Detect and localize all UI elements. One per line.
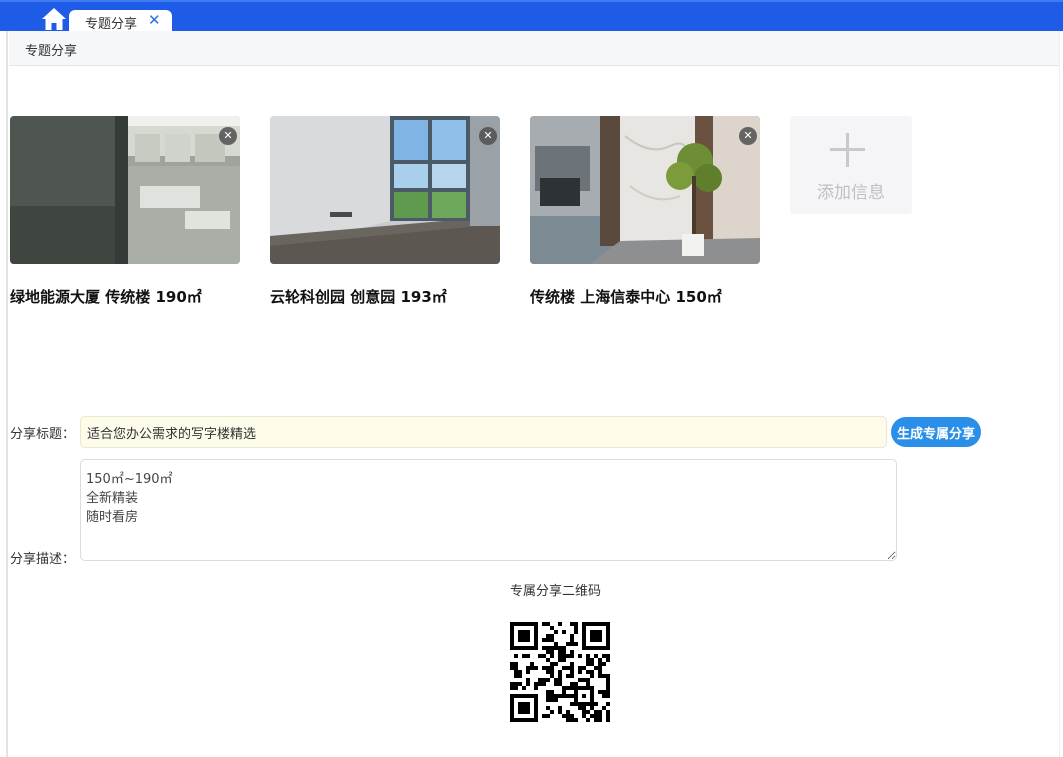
- tab-label: 专题分享: [85, 17, 138, 32]
- left-border: [6, 31, 8, 757]
- generate-share-button[interactable]: 生成专属分享: [891, 417, 981, 447]
- breadcrumb: 专题分享: [25, 44, 78, 59]
- property-card[interactable]: ✕ 传统楼 上海信泰中心 150㎡: [530, 116, 760, 306]
- add-info-button[interactable]: 添加信息: [790, 116, 912, 214]
- property-photo[interactable]: ✕: [10, 116, 240, 264]
- property-title: 云轮科创园 创意园 193㎡: [270, 288, 447, 306]
- close-icon[interactable]: ✕: [148, 11, 161, 29]
- property-card[interactable]: ✕ 云轮科创园 创意园 193㎡: [270, 116, 500, 306]
- property-title: 绿地能源大厦 传统楼 190㎡: [10, 288, 202, 306]
- property-title: 传统楼 上海信泰中心 150㎡: [530, 288, 722, 306]
- share-desc-label: 分享描述：: [10, 552, 76, 567]
- delete-icon[interactable]: ✕: [219, 127, 237, 145]
- qr-code: [510, 622, 610, 722]
- tab-topic-share[interactable]: 专题分享 ✕: [69, 10, 172, 33]
- top-bar: 专题分享 ✕: [0, 0, 1063, 33]
- share-desc-input[interactable]: 150㎡~190㎡ 全新精装 随时看房: [80, 459, 897, 561]
- share-title-input[interactable]: [80, 416, 887, 448]
- home-icon[interactable]: [41, 7, 67, 31]
- qr-code-label: 专属分享二维码: [510, 584, 602, 599]
- delete-icon[interactable]: ✕: [479, 127, 497, 145]
- share-title-label: 分享标题：: [10, 427, 76, 442]
- right-border: [1059, 31, 1060, 757]
- property-photo[interactable]: ✕: [270, 116, 500, 264]
- property-card[interactable]: ✕ 绿地能源大厦 传统楼 190㎡: [10, 116, 240, 306]
- property-photo[interactable]: ✕: [530, 116, 760, 264]
- delete-icon[interactable]: ✕: [739, 127, 757, 145]
- breadcrumb-bar: 专题分享: [9, 31, 1059, 66]
- add-info-label: 添加信息: [817, 183, 885, 203]
